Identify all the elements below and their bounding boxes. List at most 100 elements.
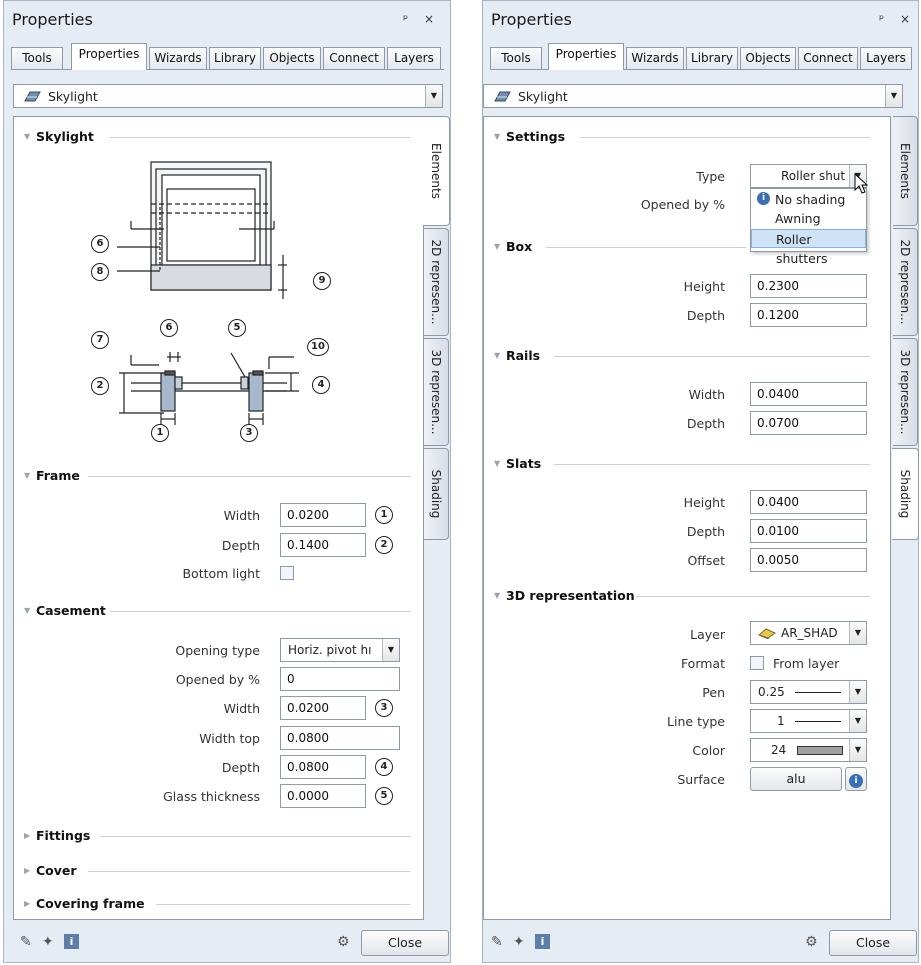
- chevron-down-icon[interactable]: ▼: [382, 639, 399, 661]
- side-tab-shading[interactable]: Shading: [424, 448, 449, 540]
- chevron-down-icon[interactable]: ▼: [425, 85, 442, 107]
- tab-library[interactable]: Library: [686, 47, 738, 69]
- tab-objects[interactable]: Objects: [740, 47, 796, 69]
- pen-select[interactable]: 0.25 ▼: [750, 680, 867, 704]
- format-from-layer-checkbox[interactable]: [750, 656, 764, 670]
- gear-icon[interactable]: ⚙: [337, 934, 353, 950]
- section-fittings[interactable]: ▶ Fittings: [24, 828, 410, 843]
- section-covering-frame[interactable]: ▶ Covering frame: [24, 896, 410, 911]
- close-button[interactable]: Close: [829, 930, 917, 956]
- tab-objects[interactable]: Objects: [263, 47, 321, 69]
- box-depth-input[interactable]: 0.1200: [750, 303, 867, 327]
- option-roller-shutters[interactable]: Roller shutters: [751, 229, 866, 266]
- expand-triangle-icon: ▶: [24, 866, 31, 875]
- open-favorite-icon[interactable]: ✎: [20, 934, 36, 950]
- tab-layers[interactable]: Layers: [860, 47, 912, 69]
- frame-width-input[interactable]: 0.0200: [280, 503, 366, 527]
- info-icon[interactable]: i: [64, 934, 79, 949]
- section-slats[interactable]: ▼ Slats: [494, 456, 870, 471]
- pin-close-controls[interactable]: ᵖ ×: [403, 12, 440, 26]
- side-tab-shading[interactable]: Shading: [892, 448, 919, 540]
- opened-input[interactable]: 0: [280, 667, 400, 691]
- section-skylight[interactable]: ▼ Skylight: [24, 129, 410, 144]
- tab-properties[interactable]: Properties: [548, 43, 624, 70]
- section-rails[interactable]: ▼ Rails: [494, 348, 870, 363]
- properties-content: ▼ Settings Type Roller shut ▼ Opened by % …: [483, 116, 891, 920]
- section-divider: [554, 356, 870, 357]
- slats-offset-input[interactable]: 0.0050: [750, 548, 867, 572]
- section-label: Box: [506, 239, 533, 254]
- section-divider: [88, 871, 410, 872]
- layer-select[interactable]: AR_SHAD ▼: [750, 621, 867, 645]
- side-tab-2d[interactable]: 2D represen...: [424, 228, 449, 336]
- side-tab-2d[interactable]: 2D represen...: [893, 228, 918, 336]
- tab-layers[interactable]: Layers: [387, 47, 441, 69]
- casement-depth-input[interactable]: 0.0800: [280, 755, 366, 779]
- option-awning[interactable]: Awning: [751, 209, 866, 228]
- opening-type-select[interactable]: Horiz. pivot hı ▼: [280, 638, 400, 662]
- open-favorite-icon[interactable]: ✎: [491, 934, 507, 950]
- chevron-down-icon[interactable]: ▼: [849, 739, 866, 761]
- frame-width-label: Width: [223, 508, 260, 523]
- pen-preview-line: [795, 692, 841, 693]
- tab-connect[interactable]: Connect: [798, 47, 858, 69]
- gear-icon[interactable]: ⚙: [805, 934, 821, 950]
- chevron-down-icon[interactable]: ▼: [849, 622, 866, 644]
- section-casement[interactable]: ▼ Casement: [24, 603, 410, 618]
- tab-tools[interactable]: Tools: [11, 47, 63, 69]
- rails-width-input[interactable]: 0.0400: [750, 382, 867, 406]
- rails-depth-input[interactable]: 0.0700: [750, 411, 867, 435]
- surface-button[interactable]: alu: [750, 767, 842, 791]
- section-box[interactable]: ▼ Box: [494, 239, 746, 254]
- expand-triangle-icon: ▶: [24, 899, 31, 908]
- marker-1: 1: [151, 424, 169, 442]
- bottom-light-checkbox[interactable]: [280, 566, 294, 580]
- pin-close-controls[interactable]: ᵖ ×: [879, 12, 916, 26]
- tab-tools[interactable]: Tools: [490, 47, 542, 69]
- width-top-input[interactable]: 0.0800: [280, 726, 400, 750]
- tab-library[interactable]: Library: [209, 47, 261, 69]
- save-favorite-icon[interactable]: ✦: [513, 934, 529, 950]
- info-icon[interactable]: i: [535, 934, 550, 949]
- close-button[interactable]: Close: [361, 930, 449, 956]
- panel-footer: ✎ ✦ i ⚙ Close: [4, 922, 450, 962]
- chevron-down-icon[interactable]: ▼: [849, 681, 866, 703]
- shading-type-select[interactable]: Roller shut ▼: [750, 164, 867, 188]
- chevron-down-icon[interactable]: ▼: [885, 85, 902, 107]
- line-type-value: 1: [777, 714, 785, 728]
- element-selector[interactable]: Skylight ▼: [483, 84, 903, 108]
- section-settings[interactable]: ▼ Settings: [494, 129, 870, 144]
- side-tab-3d[interactable]: 3D represen...: [893, 338, 918, 446]
- panel-footer: ✎ ✦ i ⚙ Close: [483, 922, 918, 962]
- line-type-select[interactable]: 1 ▼: [750, 709, 867, 733]
- element-selector[interactable]: Skylight ▼: [13, 84, 443, 108]
- marker-3-casement: 3: [375, 699, 393, 717]
- slats-height-input[interactable]: 0.0400: [750, 490, 867, 514]
- chevron-down-icon[interactable]: ▼: [849, 710, 866, 732]
- section-frame[interactable]: ▼ Frame: [24, 468, 410, 483]
- properties-content: ▼ Skylight 6 8 9 6 5 7 10 2 4 1 3 ▼ Fram…: [13, 116, 424, 920]
- marker-4: 4: [312, 376, 330, 394]
- surface-info-button[interactable]: i: [845, 767, 867, 791]
- casement-width-input[interactable]: 0.0200: [280, 696, 366, 720]
- box-height-input[interactable]: 0.2300: [750, 274, 867, 298]
- tab-wizards[interactable]: Wizards: [626, 47, 684, 69]
- side-tab-elements[interactable]: Elements: [423, 116, 450, 226]
- frame-depth-input[interactable]: 0.1400: [280, 533, 366, 557]
- tab-connect[interactable]: Connect: [323, 47, 385, 69]
- tab-wizards[interactable]: Wizards: [149, 47, 207, 69]
- save-favorite-icon[interactable]: ✦: [42, 934, 58, 950]
- color-select[interactable]: 24 ▼: [750, 738, 867, 762]
- side-tab-3d[interactable]: 3D represen...: [424, 338, 449, 446]
- option-no-shading[interactable]: No shading: [751, 190, 866, 209]
- section-cover[interactable]: ▶ Cover: [24, 863, 410, 878]
- color-label: Color: [692, 743, 725, 758]
- side-tab-elements[interactable]: Elements: [893, 116, 918, 226]
- slats-depth-input[interactable]: 0.0100: [750, 519, 867, 543]
- glass-thickness-input[interactable]: 0.0000: [280, 784, 366, 808]
- tab-properties[interactable]: Properties: [71, 43, 147, 70]
- tab-strip: Tools Properties Wizards Library Objects…: [11, 43, 444, 70]
- section-divider: [110, 611, 410, 612]
- section-label: Rails: [506, 348, 541, 363]
- section-3d-representation[interactable]: ▼ 3D representation: [494, 588, 870, 603]
